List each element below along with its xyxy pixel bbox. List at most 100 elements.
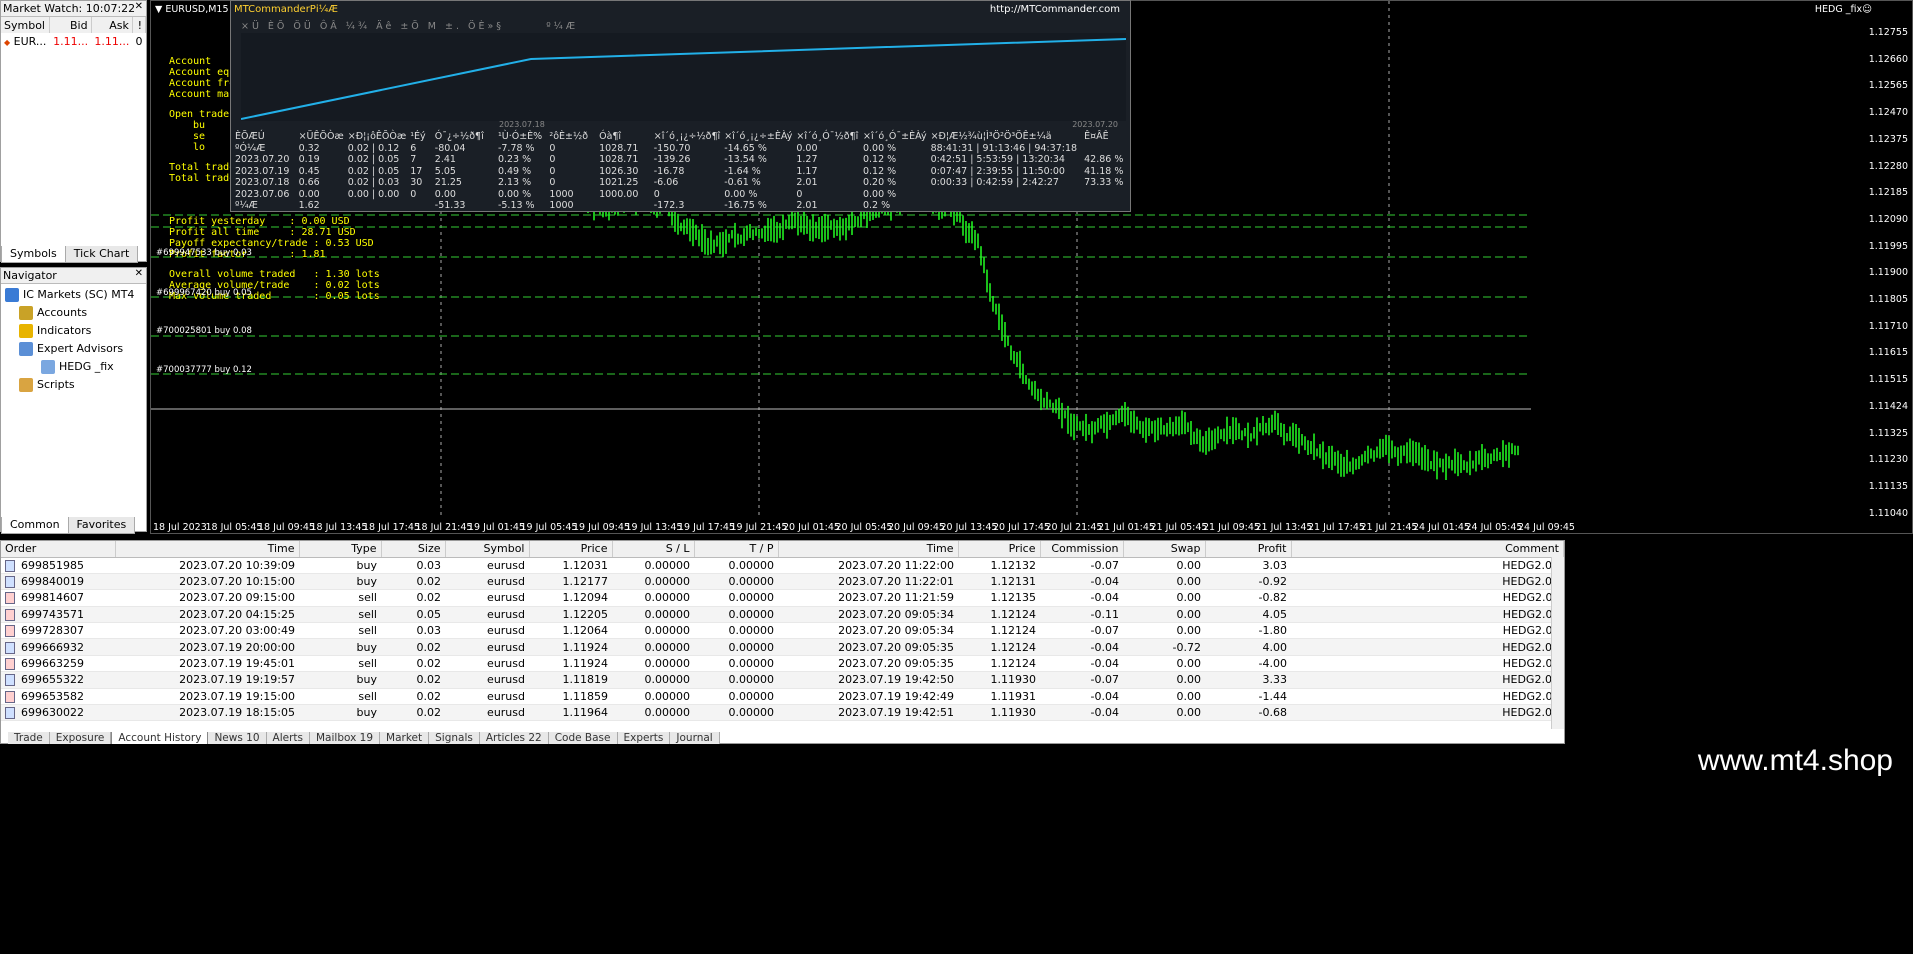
table-cell: sell — [299, 622, 381, 640]
mtc-toolbar[interactable]: ×Ü ÈÕ ÖÜ ÔÂ ¼¾ Äê ±Õ M ±. ÖÈ»§ º¼Æ — [241, 21, 578, 32]
table-cell: 1.12064 — [529, 622, 612, 640]
terminal-col-header[interactable]: Swap — [1123, 541, 1206, 558]
close-icon[interactable]: ✕ — [135, 268, 143, 279]
table-row[interactable]: 699840019 2023.07.20 10:15:00 buy 0.02 eurus… — [1, 573, 1564, 591]
mtc-row[interactable]: ºÓ¼Æ 0.32 0.02 | 0.12 6 -80.04 -7.78 % 0 1028.7… — [233, 143, 1130, 155]
table-cell: 1.12132 — [958, 557, 1040, 574]
table-row[interactable]: 699666932 2023.07.19 20:00:00 buy 0.02 eurus… — [1, 638, 1564, 656]
mtc-header-cell[interactable]: ¹Ù·Ó±È% — [496, 131, 547, 143]
col-symbol[interactable]: Symbol — [1, 17, 51, 33]
mtc-cell: 1.62 — [298, 200, 320, 212]
terminal-col-header[interactable]: Time — [778, 541, 959, 558]
x-tick-label: 20 Jul 21:45 — [1045, 522, 1103, 533]
y-tick-label: 1.11900 — [1868, 267, 1908, 279]
order-line-label: #699947533 buy 0.03 — [156, 248, 252, 258]
table-cell: 1.12124 — [958, 622, 1040, 640]
terminal-scrollbar[interactable] — [1551, 557, 1564, 729]
table-cell: 0.00000 — [694, 622, 778, 640]
mtc-row[interactable]: 2023.07.20 0.19 0.02 | 0.05 7 2.41 0.23 % 0 102… — [233, 154, 1130, 166]
col-bid[interactable]: Bid — [49, 17, 92, 33]
tab-common[interactable]: Common — [1, 517, 69, 534]
terminal-col-header[interactable]: S / L — [612, 541, 695, 558]
mtc-header-cell[interactable]: ×î´ó¸Ó¯½ð¶î — [794, 131, 861, 143]
table-row[interactable]: 699743571 2023.07.20 04:15:25 sell 0.05 euru… — [1, 606, 1564, 624]
table-cell: 0.00000 — [694, 606, 778, 624]
terminal-col-header[interactable]: T / P — [694, 541, 779, 558]
mtc-row[interactable]: º¼Æ 1.62 -51.33 -5.13 % 1000 -172.3 -16.75 % 2.… — [233, 200, 1130, 212]
terminal-col-header[interactable]: Profit — [1205, 541, 1292, 558]
mtc-row[interactable]: 2023.07.18 0.66 0.02 | 0.03 30 21.25 2.13 % 0 1… — [233, 177, 1130, 189]
table-row[interactable]: 699653582 2023.07.19 19:15:00 sell 0.02 euru… — [1, 688, 1564, 706]
terminal-col-header[interactable]: Order — [1, 541, 116, 558]
x-tick-label: 18 Jul 09:45 — [258, 522, 315, 533]
table-cell: eurusd — [445, 589, 529, 607]
terminal-col-header[interactable]: Price — [958, 541, 1041, 558]
mtc-cell: 0.02 | 0.12 — [347, 142, 400, 154]
table-cell: sell — [299, 589, 381, 607]
spread-value: 0 — [135, 34, 143, 48]
mtc-header-cell[interactable]: ×î´ó¸¡¿÷½ð¶î — [652, 131, 722, 143]
table-row[interactable]: 699655322 2023.07.19 19:19:57 buy 0.02 eurus… — [1, 671, 1564, 689]
mtc-cell: 0.2 % — [862, 200, 891, 212]
mtc-cell — [1082, 200, 1130, 212]
y-tick-label: 1.11325 — [1868, 427, 1908, 439]
mtc-url[interactable]: http://MTCommander.com — [990, 4, 1120, 15]
table-cell: 0.00 — [1123, 671, 1205, 689]
symbol-row[interactable]: ◆ EUR... 1.11... 1.11... 0 — [1, 33, 146, 49]
table-cell: 0.00 — [1123, 573, 1205, 591]
accounts-icon — [19, 306, 33, 320]
mtc-header-cell[interactable]: ÈÕÆÚ — [233, 131, 297, 143]
table-row[interactable]: 699663259 2023.07.19 19:45:01 sell 0.02 euru… — [1, 655, 1564, 673]
terminal-col-header[interactable]: Comment — [1291, 541, 1564, 558]
mtc-header-cell[interactable]: ×î´ó¸Ó¯±ÈÀý — [861, 131, 929, 143]
ea-text-line: Total trade — [169, 162, 236, 173]
col-spread[interactable]: ! — [132, 17, 147, 33]
tree-expert-advisors[interactable]: Expert Advisors — [5, 340, 146, 358]
table-cell: 1.12031 — [529, 557, 612, 574]
table-cell: HEDG2.0B — [1291, 573, 1564, 591]
terminal-col-header[interactable]: Time — [115, 541, 300, 558]
tree-scripts[interactable]: Scripts — [5, 376, 146, 394]
x-tick-label: 20 Jul 05:45 — [835, 522, 893, 533]
terminal-col-header[interactable]: Symbol — [445, 541, 530, 558]
tree-root[interactable]: IC Markets (SC) MT4 — [5, 286, 146, 304]
close-icon[interactable]: ✕ — [135, 1, 143, 12]
terminal-col-header[interactable]: Price — [529, 541, 613, 558]
terminal-col-header[interactable]: Type — [299, 541, 382, 558]
ea-text-line: Overall volume traded : 1.30 lots — [169, 269, 380, 280]
terminal-col-header[interactable]: Size — [381, 541, 446, 558]
ea-icon — [41, 360, 55, 374]
tree-ea-hedg[interactable]: HEDG _fix — [5, 358, 146, 376]
tab-symbols[interactable]: Symbols — [1, 246, 66, 263]
mtc-row[interactable]: 2023.07.19 0.45 0.02 | 0.05 17 5.05 0.49 % 0 10… — [233, 166, 1130, 178]
mtc-cell: 0.00 — [298, 188, 320, 200]
mtc-header-cell[interactable]: Óà¶î — [597, 131, 652, 143]
tab-favorites[interactable]: Favorites — [67, 517, 136, 534]
table-row[interactable]: 699728307 2023.07.20 03:00:49 sell 0.03 euru… — [1, 622, 1564, 640]
mtc-header-cell[interactable]: ²ôÈ±½ð — [547, 131, 597, 143]
table-cell: 0.05 — [381, 606, 445, 624]
x-tick-label: 21 Jul 21:45 — [1360, 522, 1418, 533]
col-ask[interactable]: Ask — [91, 17, 133, 33]
mtc-cell — [346, 200, 408, 212]
mtc-header-cell[interactable]: ×Ð¦¡ôÊÕÒæ — [346, 131, 408, 143]
table-row[interactable]: 699814607 2023.07.20 09:15:00 sell 0.02 euru… — [1, 589, 1564, 607]
terminal-col-header[interactable]: Commission — [1040, 541, 1124, 558]
table-cell: 2023.07.19 19:45:01 — [115, 655, 299, 673]
tab-tick-chart[interactable]: Tick Chart — [64, 246, 139, 263]
mtc-row[interactable]: 2023.07.06 0.00 0.00 | 0.00 0 0.00 0.00 % 1000… — [233, 189, 1130, 201]
mtc-header-cell[interactable]: Ó¯¿÷½ð¶î — [433, 131, 496, 143]
mtc-header-cell[interactable]: ×ÜÊÕÒæ — [297, 131, 346, 143]
mtc-header-cell[interactable]: ×Ð¦Æ½¾ù¦Ì³Ö²Ö³ÖÊ±¼ä — [929, 131, 1083, 143]
mtcommander-panel[interactable]: MTCommanderPі¼Æ http://MTCommander.com ×… — [230, 0, 1131, 212]
y-tick-label: 1.12660 — [1868, 53, 1908, 65]
mtc-header-cell[interactable]: ×î´ó¸¡¿÷±ÈÀý — [722, 131, 794, 143]
table-row[interactable]: 699630022 2023.07.19 18:15:05 buy 0.02 eurus… — [1, 704, 1564, 722]
mtc-header-cell[interactable]: Ê¤ÂÊ — [1082, 131, 1130, 143]
tree-indicators[interactable]: Indicators — [5, 322, 146, 340]
tree-accounts[interactable]: Accounts — [5, 304, 146, 322]
table-row[interactable]: 699851985 2023.07.20 10:39:09 buy 0.03 eurus… — [1, 557, 1564, 574]
market-watch-table: Symbol Bid Ask ! ◆ EUR... 1.11... 1.11..… — [1, 17, 147, 49]
table-cell: 2023.07.19 18:15:05 — [115, 704, 299, 722]
mtc-header-cell[interactable]: ¹Éý — [408, 131, 433, 143]
